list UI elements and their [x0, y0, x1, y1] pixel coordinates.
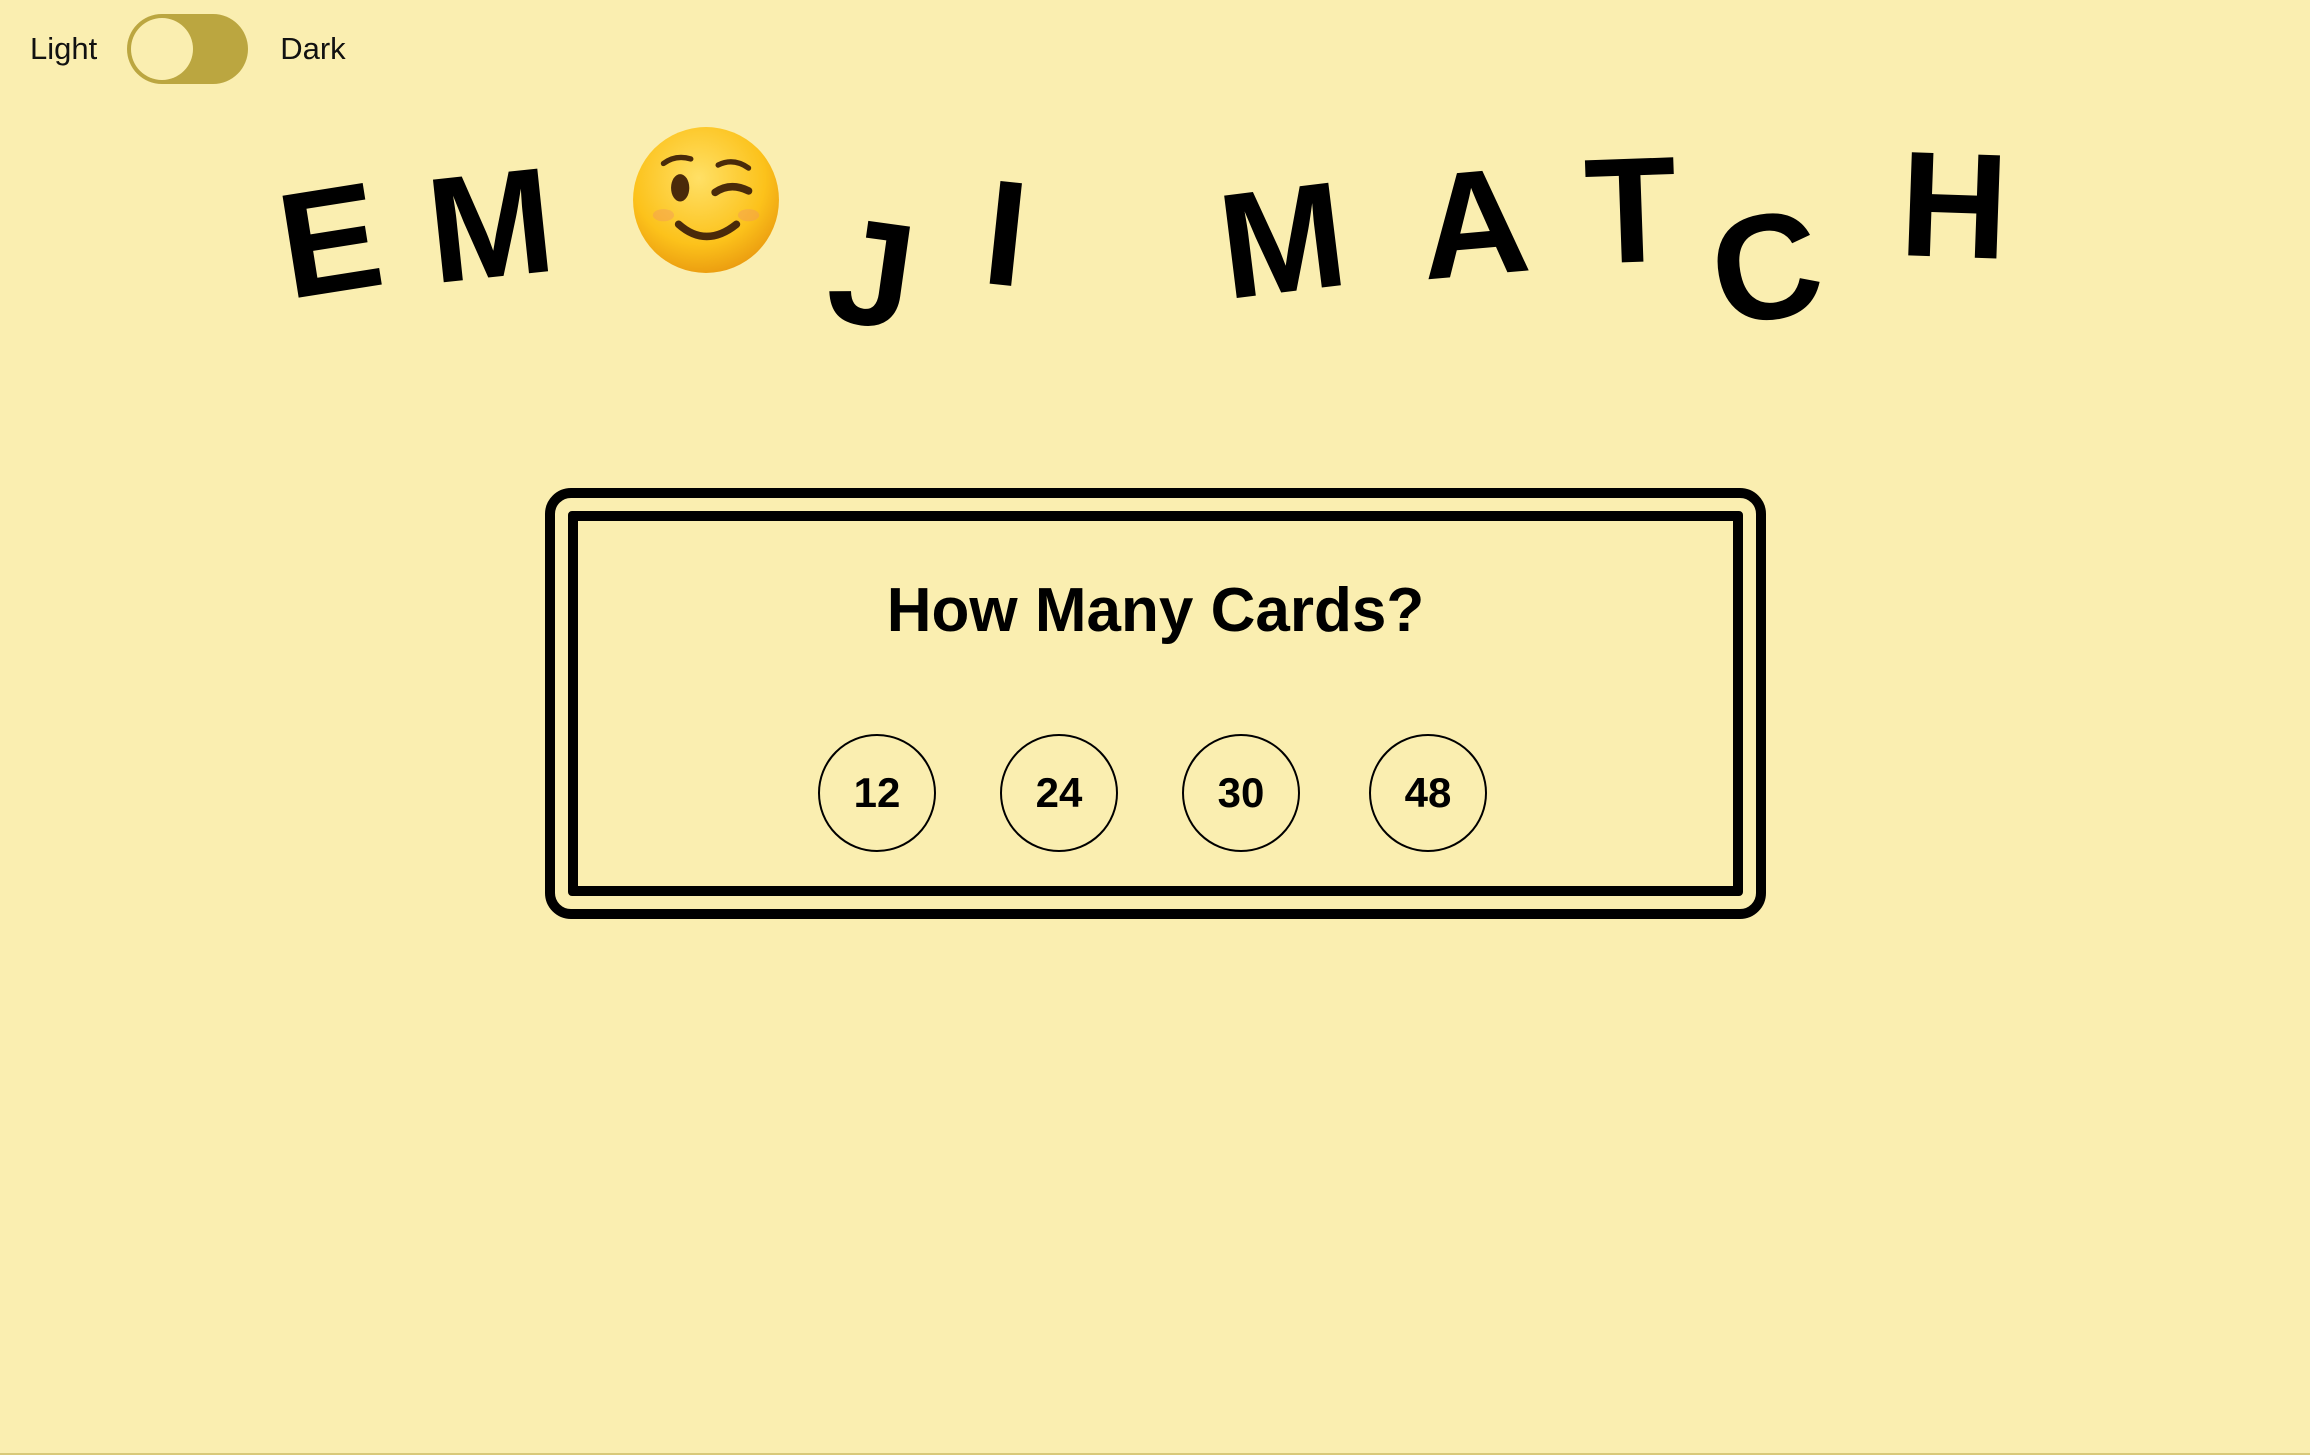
- title-letter-a: A: [1412, 134, 1536, 312]
- title-letter-h: H: [1897, 119, 2012, 291]
- card-option-24[interactable]: 24: [1000, 734, 1118, 852]
- title-letter-i: I: [976, 147, 1036, 319]
- title-letter-e: E: [267, 149, 393, 331]
- title-letter-m: M: [419, 134, 562, 316]
- card-count-panel: How Many Cards?: [545, 488, 1766, 919]
- app-title: E M J I M A T C H: [0, 0, 2310, 362]
- title-letter-j: J: [818, 184, 925, 362]
- title-letter-c: C: [1698, 174, 1835, 360]
- card-option-12[interactable]: 12: [818, 734, 936, 852]
- panel-heading: How Many Cards?: [886, 576, 1425, 645]
- card-option-30[interactable]: 30: [1182, 734, 1300, 852]
- card-count-panel-inner: How Many Cards?: [568, 511, 1743, 896]
- card-option-48[interactable]: 48: [1369, 734, 1487, 852]
- title-letter-m2: M: [1210, 149, 1355, 331]
- winking-face-emoji-icon: [633, 127, 779, 273]
- title-letter-t: T: [1582, 124, 1680, 296]
